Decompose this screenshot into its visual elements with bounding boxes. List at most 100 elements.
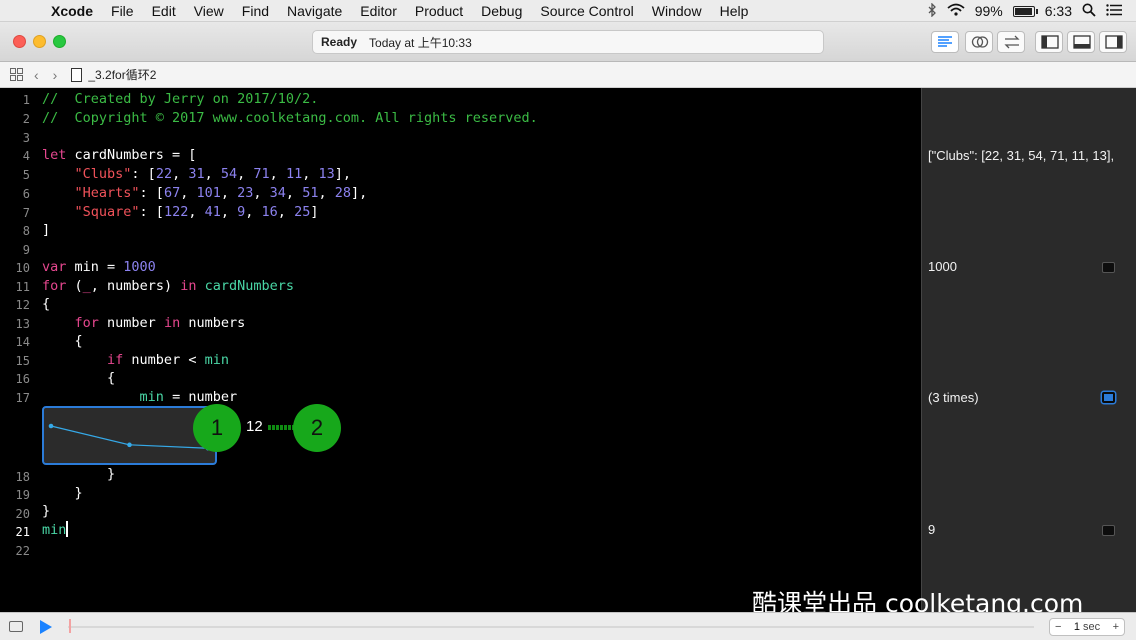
line-number: 14 <box>15 335 30 349</box>
code-line-18[interactable]: } <box>42 465 115 483</box>
line-number: 15 <box>15 354 30 368</box>
result-line-17[interactable]: (3 times) <box>928 390 1116 405</box>
menu-navigate[interactable]: Navigate <box>278 0 351 22</box>
result-line-10[interactable]: 1000 <box>928 259 1116 274</box>
number-literal: 41 <box>204 204 221 220</box>
toggle-debug-area-button[interactable] <box>1067 31 1095 53</box>
quick-look-toggle-line-21[interactable] <box>1102 525 1115 536</box>
hide-debug-area-icon[interactable] <box>9 621 23 632</box>
assistant-editor-icon <box>971 36 989 48</box>
number-literal: 54 <box>220 166 238 182</box>
menu-xcode[interactable]: Xcode <box>42 0 102 22</box>
line-number: 21 <box>15 525 30 539</box>
code-text: number <box>98 315 164 331</box>
line-number: 22 <box>15 544 30 558</box>
menu-help[interactable]: Help <box>711 0 758 22</box>
menu-editor[interactable]: Editor <box>351 0 406 22</box>
number-literal: 1000 <box>123 259 156 275</box>
code-text: } <box>42 503 51 519</box>
line-number: 16 <box>15 372 30 386</box>
menu-debug[interactable]: Debug <box>472 0 531 22</box>
quick-look-toggle-line-17[interactable] <box>1102 392 1115 403</box>
keyword: in <box>180 278 197 294</box>
toggle-navigator-button[interactable] <box>1035 31 1063 53</box>
menu-file[interactable]: File <box>102 0 143 22</box>
line-number: 6 <box>22 187 30 201</box>
code-line-6[interactable]: "Hearts": [67, 101, 23, 34, 51, 28], <box>42 184 368 202</box>
menu-window[interactable]: Window <box>643 0 711 22</box>
code-line-16[interactable]: { <box>42 369 115 387</box>
quick-look-toggle-line-10[interactable] <box>1102 262 1115 273</box>
string-literal: "Clubs" <box>74 166 132 182</box>
code-line-14[interactable]: { <box>42 332 83 350</box>
keyword: var <box>42 259 67 275</box>
code-line-20[interactable]: } <box>42 502 50 520</box>
spotlight-search-icon[interactable] <box>1082 3 1096 20</box>
code-line-2[interactable]: // Copyright © 2017 www.coolketang.com. … <box>42 109 538 127</box>
breadcrumb-file[interactable]: _3.2for循环2 <box>88 66 156 83</box>
close-window-button[interactable] <box>13 35 26 48</box>
stepper-minus-button[interactable]: − <box>1055 621 1061 633</box>
navigator-panel-icon <box>1041 35 1059 49</box>
result-line-4[interactable]: ["Clubs": [22, 31, 54, 71, 11, 13], "Hea… <box>928 148 1116 163</box>
code-line-5[interactable]: "Clubs": [22, 31, 54, 71, 11, 13], <box>42 165 351 183</box>
menu-view[interactable]: View <box>185 0 233 22</box>
code-line-17[interactable]: min = number <box>42 388 238 406</box>
code-line-8[interactable]: ] <box>42 221 50 239</box>
code-line-21[interactable]: min <box>42 521 68 539</box>
code-line-15[interactable]: if number < min <box>42 351 229 369</box>
number-literal: 23 <box>237 185 254 201</box>
number-literal: 9 <box>237 204 246 220</box>
code-text: numbers <box>180 315 246 331</box>
forward-arrow-icon[interactable]: › <box>53 67 58 83</box>
code-line-19[interactable]: } <box>42 484 83 502</box>
bluetooth-icon[interactable] <box>927 1 937 20</box>
number-literal: 101 <box>196 185 221 201</box>
back-arrow-icon[interactable]: ‹ <box>34 67 39 83</box>
menu-source-control[interactable]: Source Control <box>531 0 642 22</box>
identifier: min <box>42 522 67 538</box>
result-line-21[interactable]: 9 <box>928 522 1116 537</box>
code-text: cardNumbers = [ <box>66 147 197 163</box>
version-editor-icon <box>1004 35 1020 49</box>
code-editor[interactable]: 1 2 3 4 5 6 7 8 9 10 11 12 13 14 15 16 17 18 19 20 21 22 // C… <box>0 88 921 612</box>
code-text: } <box>107 466 116 482</box>
code-line-12[interactable]: { <box>42 295 50 313</box>
number-literal: 25 <box>294 204 311 220</box>
code-line-13[interactable]: for number in numbers <box>42 314 246 332</box>
run-interval-stepper[interactable]: − 1 sec + <box>1049 618 1125 636</box>
code-line-4[interactable]: let cardNumbers = [ <box>42 146 196 164</box>
number-literal: 67 <box>163 185 181 201</box>
annotation-marker-1: 1 <box>193 404 241 452</box>
menu-edit[interactable]: Edit <box>143 0 185 22</box>
window-toolbar: Ready Today at 上午10:33 <box>0 22 1136 62</box>
notification-center-icon[interactable] <box>1106 3 1122 19</box>
code-line-1[interactable]: // Created by Jerry on 2017/10/2. <box>42 90 318 108</box>
line-number: 4 <box>22 149 30 163</box>
menu-product[interactable]: Product <box>406 0 472 22</box>
assistant-editor-button[interactable] <box>965 31 993 53</box>
battery-icon[interactable] <box>1012 5 1038 17</box>
standard-editor-button[interactable] <box>931 31 959 53</box>
code-line-7[interactable]: "Square": [122, 41, 9, 16, 25] <box>42 203 319 221</box>
inline-result-graph[interactable] <box>42 406 217 465</box>
zoom-window-button[interactable] <box>53 35 66 48</box>
code-line-10[interactable]: var min = 1000 <box>42 258 156 276</box>
comment-text: // Created by Jerry on 2017/10/2. <box>42 91 319 107</box>
code-line-11[interactable]: for (_, numbers) in cardNumbers <box>42 277 294 295</box>
toggle-utilities-button[interactable] <box>1099 31 1127 53</box>
code-text: min = <box>66 259 124 275</box>
timeline-playhead[interactable] <box>69 619 71 633</box>
related-items-icon[interactable] <box>8 67 24 83</box>
timeline-track[interactable] <box>68 626 1034 628</box>
version-editor-button[interactable] <box>997 31 1025 53</box>
identifier: cardNumbers <box>204 278 295 294</box>
run-playground-icon[interactable] <box>40 620 52 634</box>
clock[interactable]: 6:33 <box>1045 3 1072 19</box>
stepper-plus-button[interactable]: + <box>1113 621 1119 633</box>
wifi-icon[interactable] <box>947 3 965 19</box>
line-number: 17 <box>15 391 30 405</box>
minimize-window-button[interactable] <box>33 35 46 48</box>
line-number: 19 <box>15 488 30 502</box>
menu-find[interactable]: Find <box>233 0 278 22</box>
